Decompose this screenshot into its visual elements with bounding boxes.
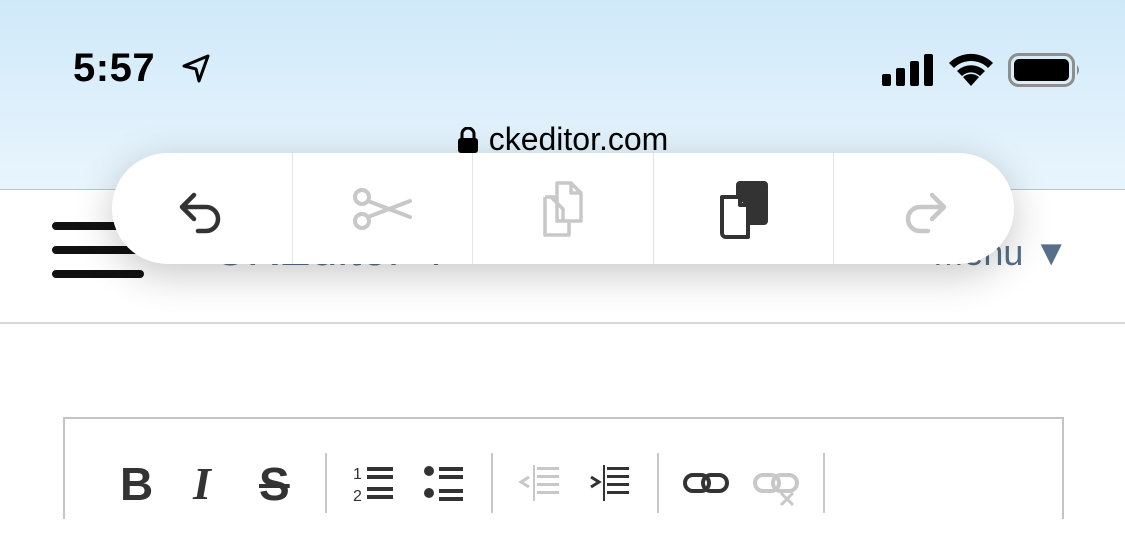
status-time: 5:57 [73, 46, 156, 90]
bulleted-list-button[interactable] [409, 453, 479, 533]
strikethrough-button[interactable]: S [243, 453, 313, 533]
toolbar-separator [491, 453, 493, 513]
decrease-indent-button[interactable] [505, 453, 575, 533]
toolbar-separator [657, 453, 659, 513]
lock-icon [457, 127, 478, 153]
undo-icon [179, 192, 221, 233]
numbered-list-button[interactable]: 1 2 [339, 453, 409, 533]
url-text: ckeditor.com [488, 121, 669, 157]
wifi-icon [949, 53, 993, 86]
numbered-list-icon: 1 2 [353, 466, 393, 505]
link-button[interactable] [671, 453, 741, 533]
unlink-button[interactable] [741, 453, 811, 533]
location-arrow-icon [182, 54, 210, 83]
strikethrough-icon: S [259, 458, 290, 510]
link-icon [683, 473, 729, 493]
copy-button[interactable] [473, 153, 654, 264]
bold-icon: B [120, 458, 154, 510]
redo-icon [905, 192, 947, 233]
bold-button[interactable]: B [103, 453, 173, 533]
decrease-indent-icon [518, 465, 559, 501]
italic-icon: I [193, 458, 211, 509]
battery-icon [1008, 53, 1079, 87]
unlink-icon [753, 473, 799, 507]
toolbar-separator [325, 453, 327, 513]
cut-button[interactable] [293, 153, 474, 264]
undo-button[interactable] [112, 153, 293, 264]
copy-icon [543, 180, 583, 237]
cellular-signal-icon [882, 54, 933, 86]
toolbar-separator [823, 453, 825, 513]
italic-button[interactable]: I [173, 453, 243, 533]
paste-button[interactable] [654, 153, 835, 264]
edit-context-menu [112, 153, 1014, 264]
redo-button[interactable] [834, 153, 1014, 264]
paste-icon [719, 180, 768, 239]
cut-icon [353, 187, 413, 230]
bulleted-list-icon [424, 466, 463, 501]
svg-text:2: 2 [353, 488, 362, 505]
increase-indent-button[interactable] [575, 453, 645, 533]
increase-indent-icon [590, 465, 629, 501]
editor-toolbar: B I S 1 2 [65, 419, 1062, 519]
rich-text-editor: B I S 1 2 [63, 417, 1064, 519]
svg-text:1: 1 [353, 466, 362, 483]
